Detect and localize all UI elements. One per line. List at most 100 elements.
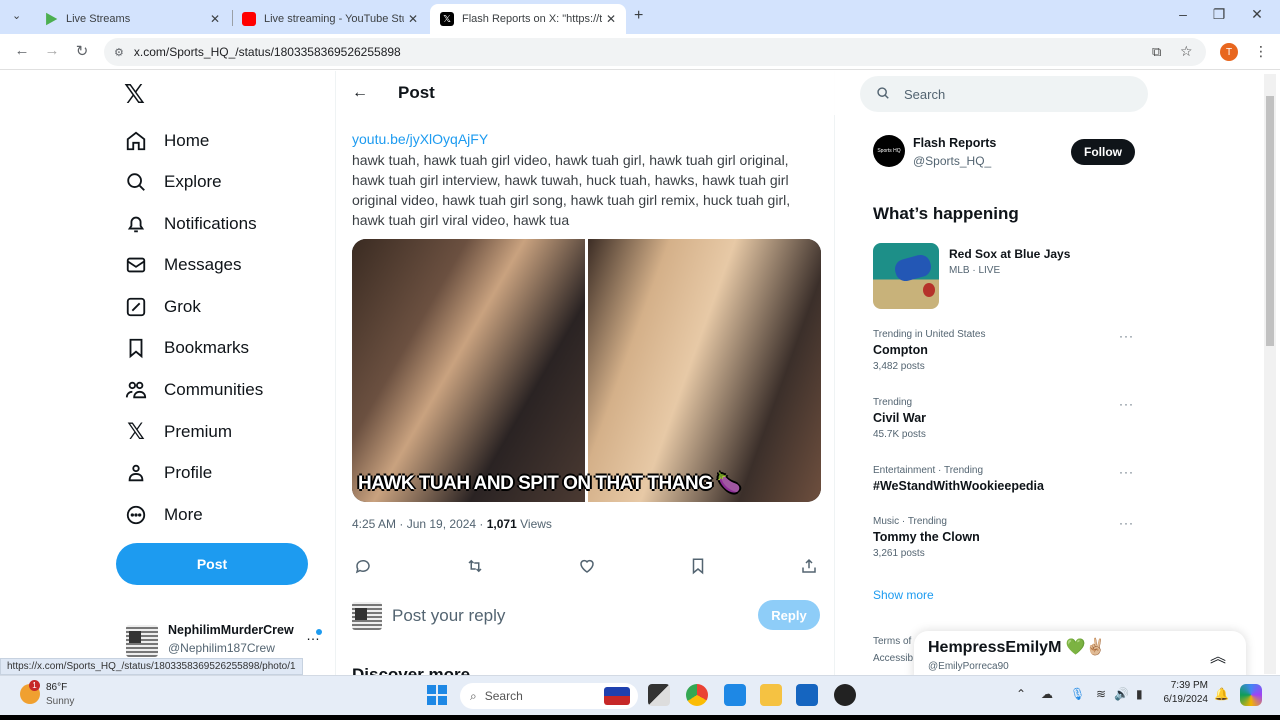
tab-search-chevron-icon[interactable]: ⌄ bbox=[12, 9, 21, 22]
author-avatar[interactable]: Sports HQ bbox=[873, 135, 905, 167]
notification-bell-icon[interactable]: 🔔 bbox=[1214, 687, 1229, 701]
new-tab-button[interactable]: + bbox=[634, 7, 643, 25]
sidebar-item-label: Grok bbox=[164, 297, 201, 316]
reply-button[interactable]: Reply bbox=[758, 600, 820, 630]
close-tab-icon[interactable]: ✕ bbox=[606, 12, 616, 26]
show-more-link[interactable]: Show more bbox=[873, 588, 934, 602]
youtube-icon bbox=[242, 12, 256, 26]
repost-icon[interactable] bbox=[464, 555, 486, 577]
tray-overflow-icon[interactable]: ⌃ bbox=[1016, 687, 1026, 701]
expand-drawer-icon[interactable]: ︽ bbox=[1210, 643, 1226, 667]
trend-item[interactable]: Music · Trending Tommy the Clown 3,261 p… bbox=[873, 516, 1138, 559]
onedrive-icon[interactable]: ☁ bbox=[1041, 687, 1053, 701]
back-arrow-icon[interactable]: ← bbox=[352, 84, 372, 102]
close-window-button[interactable]: ✕ bbox=[1242, 6, 1272, 23]
tab-title: Live streaming - YouTube Studi bbox=[264, 13, 404, 25]
accessibility-link[interactable]: Accessib bbox=[873, 650, 913, 667]
post-link[interactable]: youtu.be/jyXlOyqAjFY bbox=[352, 131, 488, 147]
obs-icon[interactable] bbox=[834, 684, 856, 706]
x-logo-icon[interactable]: 𝕏 bbox=[124, 79, 145, 110]
search-placeholder: Search bbox=[904, 86, 946, 102]
post-button[interactable]: Post bbox=[116, 543, 308, 585]
follow-button[interactable]: Follow bbox=[1071, 139, 1135, 165]
sidebar-item-notifications[interactable]: Notifications bbox=[124, 206, 257, 242]
terms-link[interactable]: Terms of bbox=[873, 633, 913, 650]
tab-live-streams[interactable]: Live Streams ✕ bbox=[34, 4, 230, 34]
sidebar-item-bookmarks[interactable]: Bookmarks bbox=[124, 330, 249, 366]
page-scrollbar[interactable] bbox=[1264, 74, 1276, 674]
chrome-icon[interactable] bbox=[686, 684, 708, 706]
share-icon[interactable] bbox=[798, 555, 820, 577]
live-event[interactable]: Red Sox at Blue Jays MLB · LIVE bbox=[873, 243, 1143, 309]
battery-icon[interactable]: ▮ bbox=[1136, 687, 1143, 701]
sidebar-item-messages[interactable]: Messages bbox=[124, 247, 241, 283]
tab-youtube-studio[interactable]: Live streaming - YouTube Studi ✕ bbox=[232, 4, 428, 34]
like-icon[interactable] bbox=[576, 555, 598, 577]
trend-item[interactable]: Entertainment · Trending #WeStandWithWoo… bbox=[873, 465, 1138, 493]
task-view-icon[interactable] bbox=[648, 684, 670, 706]
account-switcher[interactable]: NephilimMurderCrew @Nephilim187Crew … bbox=[124, 619, 324, 663]
site-info-icon[interactable]: ⚙ bbox=[114, 46, 124, 59]
taskbar-search[interactable]: ⌕ Search bbox=[460, 683, 638, 709]
reply-avatar bbox=[352, 602, 382, 630]
file-explorer-icon[interactable] bbox=[760, 684, 782, 706]
sidebar-item-communities[interactable]: Communities bbox=[124, 372, 263, 408]
url-text: x.com/Sports_HQ_/status/1803358369526255… bbox=[133, 45, 401, 59]
trend-name: Civil War bbox=[873, 411, 927, 425]
trend-more-icon[interactable]: ··· bbox=[1119, 465, 1134, 479]
messages-drawer[interactable]: HempressEmilyM 💚✌🏼 @EmilyPorreca90 ︽ bbox=[914, 631, 1246, 675]
search-icon bbox=[124, 170, 148, 194]
sidebar-item-profile[interactable]: Profile bbox=[124, 455, 212, 491]
restore-button[interactable]: ❐ bbox=[1204, 6, 1234, 23]
clock-time[interactable]: 7:39 PM bbox=[1166, 680, 1208, 691]
reply-input[interactable]: Post your reply bbox=[392, 606, 505, 626]
reload-button[interactable]: ↻ bbox=[72, 42, 92, 60]
post-timestamp[interactable]: 4:25 AM · Jun 19, 2024 · bbox=[352, 517, 487, 531]
windows-taskbar: 1 86°F Sunny ⌕ Search ⌃ ☁ 🎙 ≋ 🔊 ▮ 7:39 P… bbox=[0, 675, 1280, 715]
copilot-icon[interactable] bbox=[1240, 684, 1262, 706]
minimize-button[interactable]: – bbox=[1168, 6, 1198, 22]
bookmark-icon bbox=[124, 336, 148, 360]
trend-more-icon[interactable]: ··· bbox=[1119, 329, 1134, 343]
sidebar-item-premium[interactable]: 𝕏 Premium bbox=[124, 414, 232, 450]
bookmark-icon[interactable] bbox=[687, 555, 709, 577]
scrollbar-thumb[interactable] bbox=[1266, 96, 1274, 346]
start-button[interactable] bbox=[427, 685, 447, 705]
install-app-icon[interactable]: ⧉ bbox=[1152, 44, 1161, 60]
taskbar-search-label: Search bbox=[484, 689, 523, 703]
tab-flash-reports[interactable]: 𝕏 Flash Reports on X: "https://t.co ✕ bbox=[430, 4, 626, 34]
volume-icon[interactable]: 🔊 bbox=[1114, 687, 1129, 701]
forward-button[interactable]: → bbox=[42, 42, 62, 59]
search-input[interactable]: Search bbox=[860, 76, 1148, 112]
author-name[interactable]: Flash Reports bbox=[913, 136, 996, 150]
sidebar-item-explore[interactable]: Explore bbox=[124, 164, 222, 200]
profile-avatar[interactable]: T bbox=[1220, 43, 1238, 61]
clock-date[interactable]: 6/19/2024 bbox=[1158, 694, 1209, 705]
account-name: NephilimMurderCrew bbox=[168, 623, 294, 637]
close-tab-icon[interactable]: ✕ bbox=[210, 12, 220, 26]
sidebar-item-label: Premium bbox=[164, 422, 233, 441]
wifi-icon[interactable]: ≋ bbox=[1096, 687, 1106, 701]
live-event-sub: MLB · LIVE bbox=[949, 265, 1001, 276]
author-card[interactable]: Sports HQ Flash Reports @Sports_HQ_ Foll… bbox=[873, 133, 1135, 169]
back-button[interactable]: ← bbox=[12, 42, 32, 59]
bookmark-star-icon[interactable]: ☆ bbox=[1180, 43, 1193, 60]
post-media[interactable]: HAWK TUAH AND SPIT ON THAT THANG 🍆 bbox=[352, 239, 821, 502]
trend-item[interactable]: Trending in United States Compton 3,482 … bbox=[873, 329, 1138, 372]
store-icon[interactable] bbox=[796, 684, 818, 706]
sidebar-item-label: Messages bbox=[164, 255, 242, 274]
trend-more-icon[interactable]: ··· bbox=[1119, 516, 1134, 530]
sidebar-item-home[interactable]: Home bbox=[124, 123, 209, 159]
trend-more-icon[interactable]: ··· bbox=[1119, 397, 1134, 411]
trend-item[interactable]: Trending Civil War 45.7K posts ··· bbox=[873, 397, 1138, 440]
weather-temp: 86°F bbox=[46, 682, 68, 693]
close-tab-icon[interactable]: ✕ bbox=[408, 12, 418, 26]
url-input[interactable]: ⚙ x.com/Sports_HQ_/status/18033583695262… bbox=[104, 38, 1206, 66]
page-title: Post bbox=[398, 83, 435, 102]
sidebar-item-more[interactable]: More bbox=[124, 497, 203, 533]
mail-icon[interactable] bbox=[724, 684, 746, 706]
sidebar-item-grok[interactable]: Grok bbox=[124, 289, 201, 325]
reply-icon[interactable] bbox=[352, 555, 374, 577]
browser-menu-icon[interactable]: ⋮ bbox=[1254, 43, 1268, 60]
microphone-icon[interactable]: 🎙 bbox=[1070, 687, 1085, 701]
